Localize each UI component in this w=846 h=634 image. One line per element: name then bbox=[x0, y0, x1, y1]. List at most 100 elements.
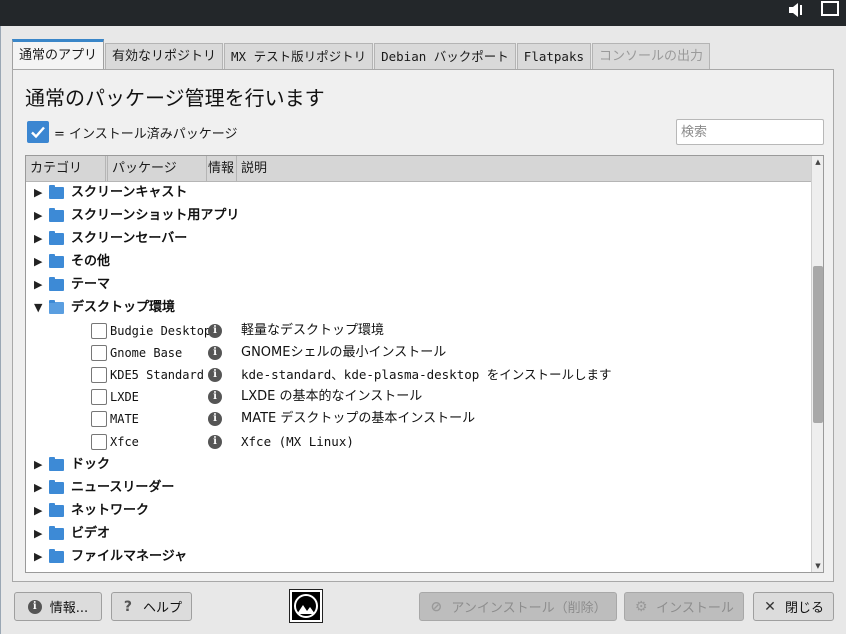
package-description: kde-standard、kde-plasma-desktop をインストールし… bbox=[241, 367, 612, 382]
package-checkbox[interactable] bbox=[91, 434, 107, 450]
package-checkbox[interactable] bbox=[91, 389, 107, 405]
scroll-up-icon[interactable]: ▲ bbox=[812, 156, 823, 168]
package-row[interactable]: Gnome Base i GNOMEシェルの最小インストール bbox=[26, 342, 811, 364]
tab-enabled-repos[interactable]: 有効なリポジトリ bbox=[105, 43, 224, 69]
category-row[interactable]: ▶ ドック bbox=[26, 454, 811, 476]
category-label: その他 bbox=[71, 254, 111, 269]
expand-arrow-icon[interactable]: ▶ bbox=[34, 454, 42, 476]
folder-icon bbox=[49, 526, 64, 540]
category-row[interactable]: ▶ スクリーンセーバー bbox=[26, 228, 811, 250]
folder-icon bbox=[49, 503, 64, 517]
category-label: スクリーンショット用アプリ bbox=[71, 208, 240, 223]
tab-bar: 通常のアプリ 有効なリポジトリ MX テスト版リポジトリ Debian バックポ… bbox=[12, 39, 711, 69]
category-row[interactable]: ▶ スクリーンキャスト bbox=[26, 182, 811, 204]
category-label: ビデオ bbox=[71, 526, 111, 541]
package-name: MATE bbox=[110, 412, 139, 426]
about-button-label: 情報... bbox=[49, 601, 89, 616]
window-icon[interactable] bbox=[820, 0, 840, 20]
info-icon[interactable]: i bbox=[208, 346, 222, 360]
package-checkbox[interactable] bbox=[91, 345, 107, 361]
info-icon[interactable]: i bbox=[208, 324, 222, 338]
top-panel bbox=[0, 0, 846, 26]
info-icon[interactable]: i bbox=[208, 368, 222, 382]
package-row[interactable]: LXDE i LXDE の基本的なインストール bbox=[26, 386, 811, 408]
tab-mx-test-repo[interactable]: MX テスト版リポジトリ bbox=[224, 43, 374, 69]
close-button[interactable]: ✕ 閉じる bbox=[753, 592, 834, 621]
package-name: Xfce bbox=[110, 435, 139, 449]
tab-console-output[interactable]: コンソールの出力 bbox=[592, 43, 711, 69]
mx-logo bbox=[289, 589, 323, 623]
category-label: スクリーンセーバー bbox=[71, 231, 188, 246]
category-label: スクリーンキャスト bbox=[71, 185, 188, 200]
package-row[interactable]: MATE i MATE デスクトップの基本インストール bbox=[26, 408, 811, 430]
category-row[interactable]: ▶ ニュースリーダー bbox=[26, 477, 811, 499]
collapse-arrow-icon[interactable]: ▼ bbox=[34, 297, 42, 319]
package-installer-window: 通常のアプリ 有効なリポジトリ MX テスト版リポジトリ Debian バックポ… bbox=[0, 26, 846, 634]
gear-icon: ⚙ bbox=[634, 598, 648, 615]
info-icon[interactable]: i bbox=[208, 412, 222, 426]
category-row[interactable]: ▶ その他 bbox=[26, 251, 811, 273]
package-description: MATE デスクトップの基本インストール bbox=[241, 411, 476, 426]
package-row[interactable]: KDE5 Standard i kde-standard、kde-plasma-de… bbox=[26, 364, 811, 386]
close-icon: ✕ bbox=[764, 598, 776, 615]
expand-arrow-icon[interactable]: ▶ bbox=[34, 500, 42, 522]
tab-standard-apps[interactable]: 通常のアプリ bbox=[12, 39, 105, 69]
expand-arrow-icon[interactable]: ▶ bbox=[34, 477, 42, 499]
main-panel: 通常のパッケージ管理を行います = インストール済みパッケージ カテゴリ パッケ… bbox=[12, 69, 834, 582]
folder-icon bbox=[49, 480, 64, 494]
folder-icon bbox=[49, 231, 64, 245]
package-checkbox[interactable] bbox=[91, 367, 107, 383]
info-icon[interactable]: i bbox=[208, 435, 222, 449]
uninstall-button-label: アンインストール（削除） bbox=[451, 601, 607, 616]
package-checkbox[interactable] bbox=[91, 411, 107, 427]
expand-arrow-icon[interactable]: ▶ bbox=[34, 228, 42, 250]
category-label: ニュースリーダー bbox=[71, 480, 175, 495]
uninstall-button[interactable]: ⊘ アンインストール（削除） bbox=[419, 592, 617, 621]
tab-debian-backports[interactable]: Debian バックポート bbox=[374, 43, 516, 69]
category-row[interactable]: ▶ テーマ bbox=[26, 274, 811, 296]
column-info[interactable]: 情報 bbox=[204, 156, 237, 182]
installed-legend: = インストール済みパッケージ bbox=[27, 121, 238, 143]
package-name: LXDE bbox=[110, 390, 139, 404]
expand-arrow-icon[interactable]: ▶ bbox=[34, 182, 42, 204]
speaker-icon[interactable] bbox=[787, 0, 807, 20]
category-row[interactable]: ▶ ネットワーク bbox=[26, 500, 811, 522]
column-package[interactable]: パッケージ bbox=[107, 156, 207, 182]
checkmark-icon bbox=[27, 121, 49, 143]
tab-flatpaks[interactable]: Flatpaks bbox=[516, 43, 592, 69]
category-label: ファイルマネージャ bbox=[71, 549, 188, 564]
folder-icon bbox=[49, 457, 64, 471]
category-label: ドック bbox=[71, 457, 111, 472]
package-row[interactable]: Xfce i Xfce (MX Linux) bbox=[26, 431, 811, 453]
package-name: Budgie Desktop bbox=[110, 324, 212, 338]
category-row[interactable]: ▶ ビデオ bbox=[26, 523, 811, 545]
expand-arrow-icon[interactable]: ▶ bbox=[34, 523, 42, 545]
category-row[interactable]: ▼ デスクトップ環境 bbox=[26, 297, 811, 319]
search-input[interactable] bbox=[676, 119, 824, 145]
category-label: ネットワーク bbox=[71, 503, 150, 518]
expand-arrow-icon[interactable]: ▶ bbox=[34, 274, 42, 296]
scrollbar-thumb[interactable] bbox=[813, 266, 823, 423]
about-button[interactable]: i 情報... bbox=[14, 592, 102, 621]
package-name: Gnome Base bbox=[110, 346, 183, 360]
package-tree: カテゴリ パッケージ 情報 説明 ▶ スクリーンキャスト ▶ スクリーンショット用ア… bbox=[25, 155, 824, 573]
folder-icon bbox=[49, 549, 64, 563]
expand-arrow-icon[interactable]: ▶ bbox=[34, 546, 42, 568]
vertical-scrollbar[interactable]: ▲ ▼ bbox=[811, 156, 823, 572]
category-row[interactable]: ▶ スクリーンショット用アプリ bbox=[26, 205, 811, 227]
expand-arrow-icon[interactable]: ▶ bbox=[34, 251, 42, 273]
help-button[interactable]: ? ヘルプ bbox=[111, 592, 192, 621]
scroll-down-icon[interactable]: ▼ bbox=[812, 560, 823, 572]
column-description[interactable]: 説明 bbox=[237, 156, 811, 182]
column-category[interactable]: カテゴリ bbox=[26, 156, 106, 182]
category-row[interactable]: ▶ ファイルマネージャ bbox=[26, 546, 811, 568]
folder-icon bbox=[49, 254, 64, 268]
install-button[interactable]: ⚙ インストール bbox=[624, 592, 744, 621]
package-description: Xfce (MX Linux) bbox=[241, 434, 354, 449]
info-icon: i bbox=[27, 599, 42, 614]
package-row[interactable]: Budgie Desktop i 軽量なデスクトップ環境 bbox=[26, 320, 811, 342]
info-icon[interactable]: i bbox=[208, 390, 222, 404]
package-checkbox[interactable] bbox=[91, 323, 107, 339]
folder-icon bbox=[49, 185, 64, 199]
expand-arrow-icon[interactable]: ▶ bbox=[34, 205, 42, 227]
